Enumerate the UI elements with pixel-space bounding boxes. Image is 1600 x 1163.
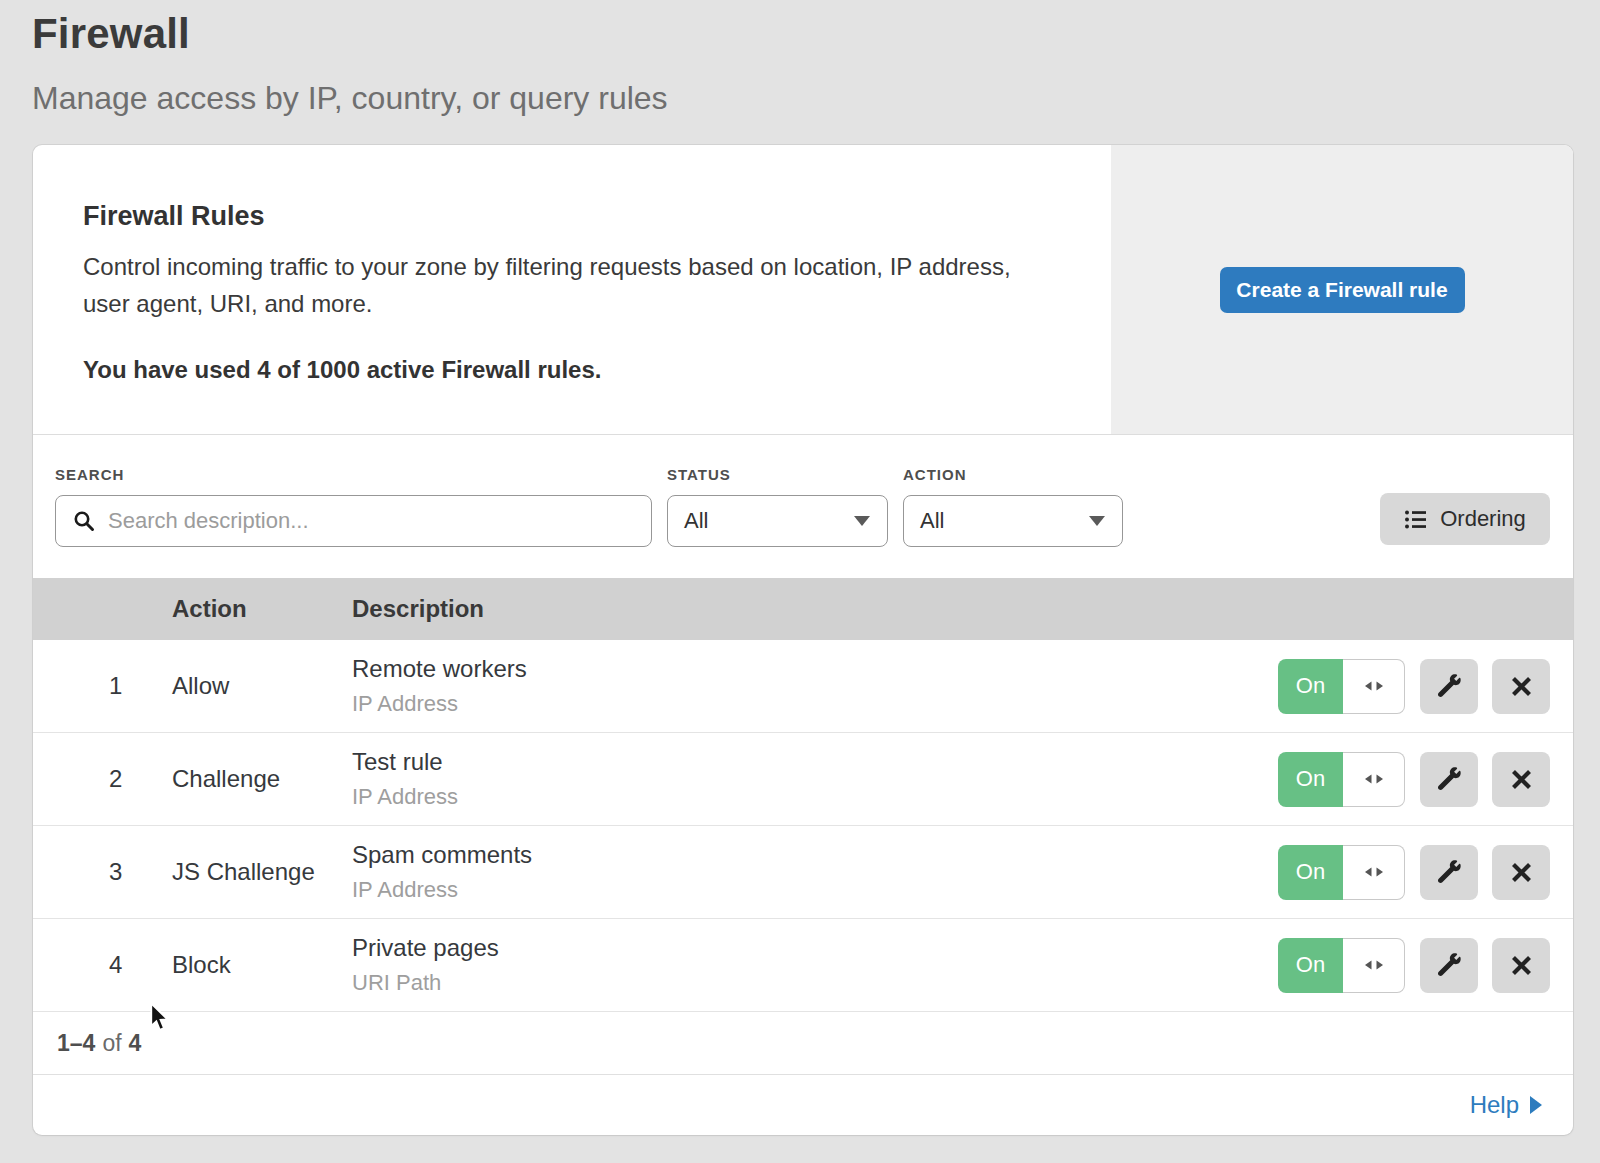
left-right-arrows-icon — [1359, 679, 1389, 693]
pagination: 1–4 of 4 — [33, 1012, 1573, 1075]
edit-rule-button[interactable] — [1420, 845, 1478, 900]
table-row: 4 Block Private pages URI Path On — [33, 919, 1573, 1012]
wrench-icon — [1436, 673, 1462, 699]
edit-rule-button[interactable] — [1420, 938, 1478, 993]
delete-rule-button[interactable] — [1492, 752, 1550, 807]
search-input[interactable] — [55, 495, 652, 547]
create-firewall-rule-button[interactable]: Create a Firewall rule — [1220, 267, 1465, 313]
rule-description-cell: Spam comments IP Address — [352, 841, 1278, 903]
pagination-total: 4 — [129, 1030, 142, 1057]
rule-description-cell: Test rule IP Address — [352, 748, 1278, 810]
toggle-drag-handle[interactable] — [1343, 752, 1405, 807]
rule-description-cell: Remote workers IP Address — [352, 655, 1278, 717]
rule-match-type: URI Path — [352, 970, 1278, 996]
action-label: ACTION — [903, 466, 1123, 483]
rule-priority: 2 — [33, 765, 172, 793]
rule-match-type: IP Address — [352, 784, 1278, 810]
status-select[interactable]: All — [667, 495, 888, 547]
search-icon — [72, 509, 96, 533]
hero-text: Firewall Rules Control incoming traffic … — [33, 145, 1111, 434]
rule-description: Remote workers — [352, 655, 1278, 683]
rule-action: Challenge — [172, 765, 352, 793]
toggle-drag-handle[interactable] — [1343, 659, 1405, 714]
rule-action: Block — [172, 951, 352, 979]
rule-description: Spam comments — [352, 841, 1278, 869]
rule-description-cell: Private pages URI Path — [352, 934, 1278, 996]
edit-rule-button[interactable] — [1420, 752, 1478, 807]
search-field[interactable] — [108, 508, 635, 534]
column-description: Description — [352, 595, 1278, 623]
status-group: STATUS All — [667, 466, 888, 578]
rule-priority: 4 — [33, 951, 172, 979]
page-title: Firewall — [32, 10, 1600, 58]
pagination-range: 1–4 — [57, 1030, 95, 1057]
rule-match-type: IP Address — [352, 691, 1278, 717]
close-icon — [1510, 954, 1533, 977]
rule-controls: On — [1278, 659, 1573, 714]
hero-aside: Create a Firewall rule — [1111, 145, 1573, 434]
usage-summary: You have used 4 of 1000 active Firewall … — [83, 356, 1051, 384]
hero-heading: Firewall Rules — [83, 201, 1051, 232]
table-row: 2 Challenge Test rule IP Address On — [33, 733, 1573, 826]
delete-rule-button[interactable] — [1492, 845, 1550, 900]
help-footer: Help — [33, 1075, 1573, 1135]
toggle-drag-handle[interactable] — [1343, 845, 1405, 900]
wrench-icon — [1436, 952, 1462, 978]
page-header: Firewall Manage access by IP, country, o… — [0, 0, 1600, 117]
rule-toggle: On — [1278, 752, 1405, 807]
chevron-down-icon — [1089, 516, 1105, 526]
delete-rule-button[interactable] — [1492, 938, 1550, 993]
filters-bar: SEARCH STATUS All ACTION All — [33, 435, 1573, 578]
column-action: Action — [172, 595, 352, 623]
status-label: STATUS — [667, 466, 888, 483]
arrow-right-icon — [1530, 1096, 1542, 1114]
rule-controls: On — [1278, 938, 1573, 993]
close-icon — [1510, 768, 1533, 791]
search-label: SEARCH — [55, 466, 652, 483]
firewall-rules-card: Firewall Rules Control incoming traffic … — [33, 145, 1573, 1135]
rule-description: Test rule — [352, 748, 1278, 776]
hero-section: Firewall Rules Control incoming traffic … — [33, 145, 1573, 435]
rule-toggle: On — [1278, 938, 1405, 993]
rule-match-type: IP Address — [352, 877, 1278, 903]
close-icon — [1510, 861, 1533, 884]
left-right-arrows-icon — [1359, 958, 1389, 972]
page-subtitle: Manage access by IP, country, or query r… — [32, 80, 1600, 117]
toggle-drag-handle[interactable] — [1343, 938, 1405, 993]
wrench-icon — [1436, 766, 1462, 792]
rule-priority: 1 — [33, 672, 172, 700]
toggle-on-button[interactable]: On — [1278, 938, 1343, 993]
table-header: Action Description — [33, 578, 1573, 640]
toggle-on-button[interactable]: On — [1278, 845, 1343, 900]
hero-description: Control incoming traffic to your zone by… — [83, 248, 1051, 322]
left-right-arrows-icon — [1359, 772, 1389, 786]
ordering-button[interactable]: Ordering — [1380, 493, 1550, 545]
toggle-on-button[interactable]: On — [1278, 752, 1343, 807]
rules-list: 1 Allow Remote workers IP Address On — [33, 640, 1573, 1012]
rule-action: JS Challenge — [172, 858, 352, 886]
rule-toggle: On — [1278, 659, 1405, 714]
rule-priority: 3 — [33, 858, 172, 886]
chevron-down-icon — [854, 516, 870, 526]
action-group: ACTION All — [903, 466, 1123, 578]
action-select[interactable]: All — [903, 495, 1123, 547]
list-icon — [1404, 508, 1427, 531]
mouse-cursor — [147, 1002, 173, 1032]
edit-rule-button[interactable] — [1420, 659, 1478, 714]
toggle-on-button[interactable]: On — [1278, 659, 1343, 714]
rule-controls: On — [1278, 845, 1573, 900]
left-right-arrows-icon — [1359, 865, 1389, 879]
delete-rule-button[interactable] — [1492, 659, 1550, 714]
rule-action: Allow — [172, 672, 352, 700]
close-icon — [1510, 675, 1533, 698]
table-row: 3 JS Challenge Spam comments IP Address … — [33, 826, 1573, 919]
rule-toggle: On — [1278, 845, 1405, 900]
table-row: 1 Allow Remote workers IP Address On — [33, 640, 1573, 733]
wrench-icon — [1436, 859, 1462, 885]
rule-controls: On — [1278, 752, 1573, 807]
help-link[interactable]: Help — [1470, 1091, 1542, 1119]
search-group: SEARCH — [55, 466, 652, 578]
rule-description: Private pages — [352, 934, 1278, 962]
